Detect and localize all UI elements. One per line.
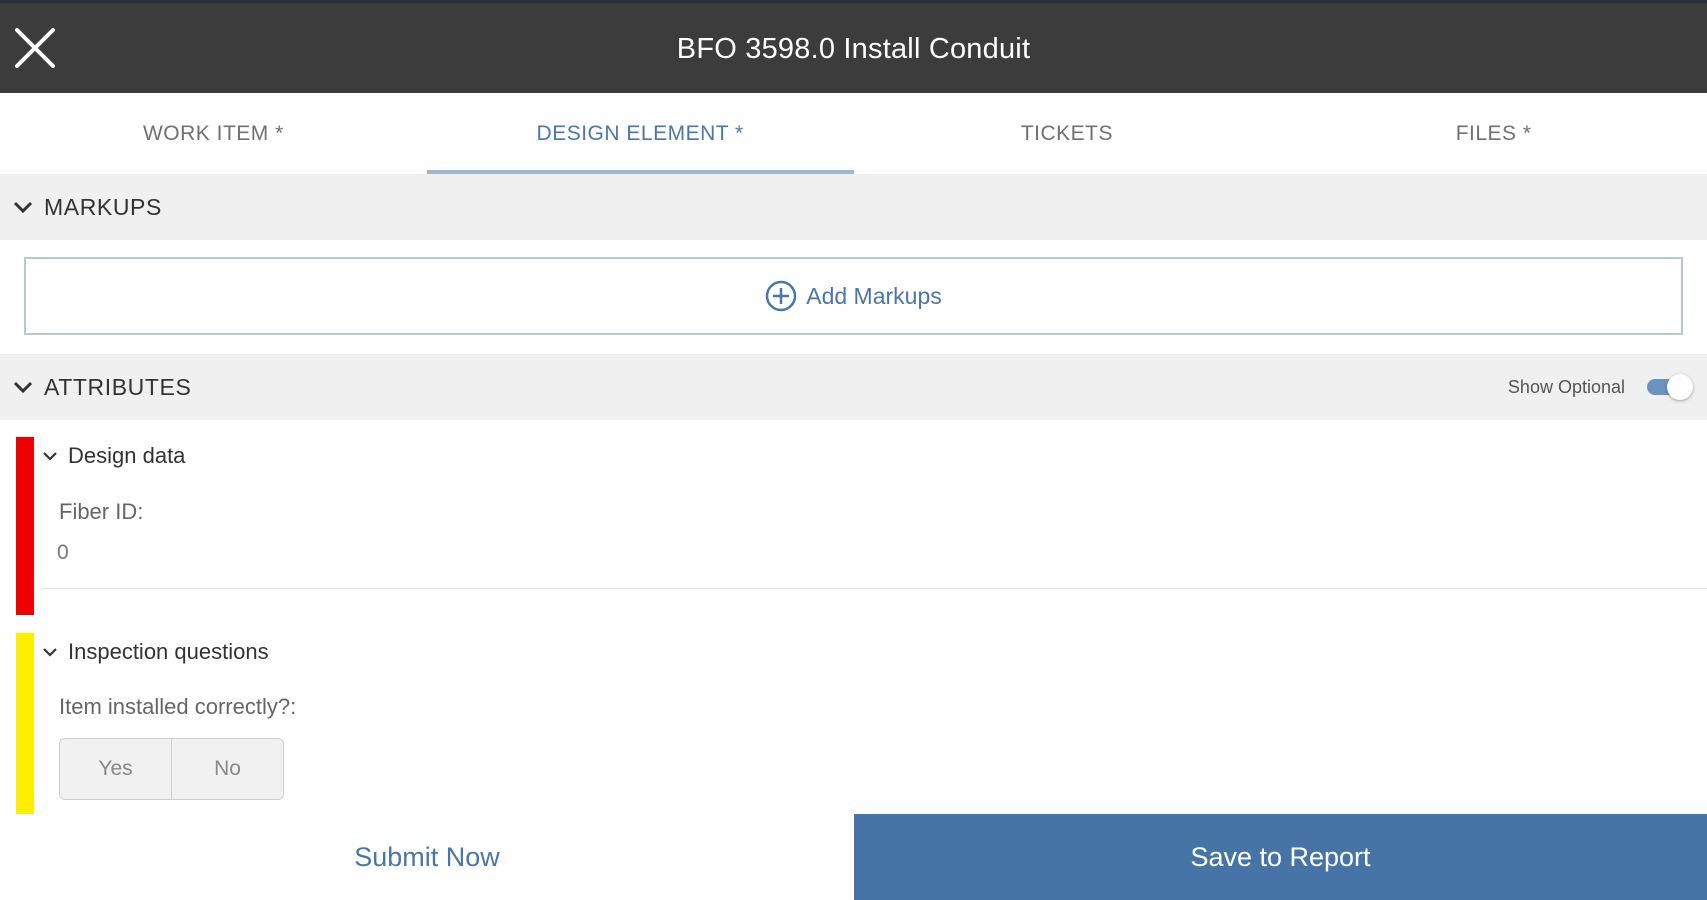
add-markups-label: Add Markups (806, 282, 942, 309)
chevron-down-icon (13, 381, 33, 394)
yes-button[interactable]: Yes (60, 739, 171, 799)
fiber-id-label: Fiber ID: (59, 499, 144, 524)
title-bar: BFO 3598.0 Install Conduit (0, 0, 1707, 93)
chevron-down-icon (43, 648, 57, 657)
markups-section-header[interactable]: MARKUPS (0, 174, 1707, 240)
add-markups-button[interactable]: Add Markups (24, 257, 1683, 335)
no-button[interactable]: No (171, 739, 283, 799)
status-bar-required (16, 437, 34, 615)
tab-tickets[interactable]: TICKETS (854, 93, 1281, 174)
show-optional-label: Show Optional (1507, 376, 1625, 397)
yes-no-selector: Yes No (59, 738, 284, 800)
tab-design-element[interactable]: DESIGN ELEMENT * (426, 93, 854, 174)
section-title: ATTRIBUTES (44, 373, 192, 400)
group-title: Design data (68, 443, 186, 468)
submit-now-button[interactable]: Submit Now (0, 814, 854, 900)
status-bar-warning (16, 633, 34, 814)
toggle-knob (1667, 374, 1693, 400)
section-title: MARKUPS (44, 193, 162, 220)
fiber-id-value[interactable]: 0 (57, 541, 69, 565)
tab-work-item[interactable]: WORK ITEM * (0, 93, 427, 174)
divider (42, 588, 1707, 589)
save-to-report-button[interactable]: Save to Report (854, 814, 1707, 900)
group-header-inspection-questions[interactable]: Inspection questions (42, 639, 269, 665)
attributes-section-header[interactable]: ATTRIBUTES Show Optional (0, 354, 1707, 420)
tab-bar: WORK ITEM * DESIGN ELEMENT * TICKETS FIL… (0, 93, 1707, 174)
show-optional-toggle[interactable] (1647, 374, 1693, 400)
plus-circle-icon (765, 280, 797, 312)
chevron-down-icon (43, 452, 57, 461)
item-installed-label: Item installed correctly?: (59, 694, 297, 719)
chevron-down-icon (13, 201, 33, 214)
group-header-design-data[interactable]: Design data (42, 443, 185, 469)
page-title: BFO 3598.0 Install Conduit (676, 33, 1031, 65)
tab-files[interactable]: FILES * (1280, 93, 1707, 174)
group-title: Inspection questions (68, 639, 269, 664)
